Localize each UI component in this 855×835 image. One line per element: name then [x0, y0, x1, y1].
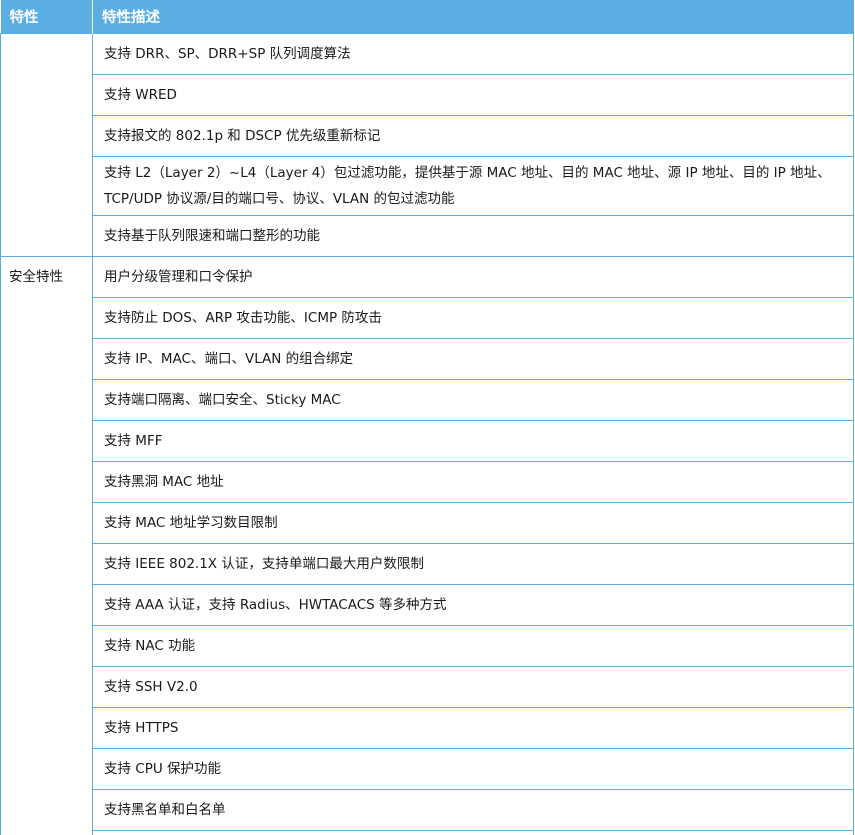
description-cell: 支持 SSH V2.0: [93, 667, 854, 708]
table-row: 支持 CPU 保护功能: [1, 749, 854, 790]
description-cell: 支持端口隔离、端口安全、Sticky MAC: [93, 380, 854, 421]
table-row: 支持黑洞 MAC 地址: [1, 462, 854, 503]
description-cell: 支持黑名单和白名单: [93, 790, 854, 831]
description-cell: 支持黑洞 MAC 地址: [93, 462, 854, 503]
table-row: 支持 IP、MAC、端口、VLAN 的组合绑定: [1, 339, 854, 380]
header-row: 特性 特性描述: [1, 0, 854, 34]
description-cell: 支持 DRR、SP、DRR+SP 队列调度算法: [93, 34, 854, 75]
table-row: 支持 SSH V2.0: [1, 667, 854, 708]
table-row: 安全特性用户分级管理和口令保护: [1, 257, 854, 298]
description-cell: 支持 WRED: [93, 75, 854, 116]
table-row: 支持端口隔离、端口安全、Sticky MAC: [1, 380, 854, 421]
table-row-continued: [1, 831, 854, 835]
table-body: 支持 DRR、SP、DRR+SP 队列调度算法支持 WRED支持报文的 802.…: [1, 34, 854, 835]
description-cell: 支持 MAC 地址学习数目限制: [93, 503, 854, 544]
description-cell: 支持基于队列限速和端口整形的功能: [93, 216, 854, 257]
table-row: 支持基于队列限速和端口整形的功能: [1, 216, 854, 257]
description-cell: 支持 HTTPS: [93, 708, 854, 749]
description-cell: 支持防止 DOS、ARP 攻击功能、ICMP 防攻击: [93, 298, 854, 339]
description-cell: 支持 AAA 认证，支持 Radius、HWTACACS 等多种方式: [93, 585, 854, 626]
description-cell: 支持 L2（Layer 2）~L4（Layer 4）包过滤功能，提供基于源 MA…: [93, 157, 854, 216]
table-row: 支持 MFF: [1, 421, 854, 462]
description-cell: 支持 MFF: [93, 421, 854, 462]
table-row: 支持 NAC 功能: [1, 626, 854, 667]
header-feature: 特性: [1, 0, 93, 34]
table-row: 支持 DRR、SP、DRR+SP 队列调度算法: [1, 34, 854, 75]
table-row: 支持 IEEE 802.1X 认证，支持单端口最大用户数限制: [1, 544, 854, 585]
description-cell: 支持 NAC 功能: [93, 626, 854, 667]
table-row: 支持 HTTPS: [1, 708, 854, 749]
table-row: 支持报文的 802.1p 和 DSCP 优先级重新标记: [1, 116, 854, 157]
table-row: 支持 AAA 认证，支持 Radius、HWTACACS 等多种方式: [1, 585, 854, 626]
table-row: 支持黑名单和白名单: [1, 790, 854, 831]
description-cell: 用户分级管理和口令保护: [93, 257, 854, 298]
description-cell: 支持 CPU 保护功能: [93, 749, 854, 790]
table-row: 支持 L2（Layer 2）~L4（Layer 4）包过滤功能，提供基于源 MA…: [1, 157, 854, 216]
description-cell-continued: [93, 831, 854, 835]
feature-cell: [1, 34, 93, 257]
description-cell: 支持报文的 802.1p 和 DSCP 优先级重新标记: [93, 116, 854, 157]
table-row: 支持防止 DOS、ARP 攻击功能、ICMP 防攻击: [1, 298, 854, 339]
feature-cell: 安全特性: [1, 257, 93, 835]
description-cell: 支持 IEEE 802.1X 认证，支持单端口最大用户数限制: [93, 544, 854, 585]
header-description: 特性描述: [93, 0, 854, 34]
description-cell: 支持 IP、MAC、端口、VLAN 的组合绑定: [93, 339, 854, 380]
table-row: 支持 MAC 地址学习数目限制: [1, 503, 854, 544]
spec-table: 特性 特性描述 支持 DRR、SP、DRR+SP 队列调度算法支持 WRED支持…: [0, 0, 854, 835]
table-row: 支持 WRED: [1, 75, 854, 116]
